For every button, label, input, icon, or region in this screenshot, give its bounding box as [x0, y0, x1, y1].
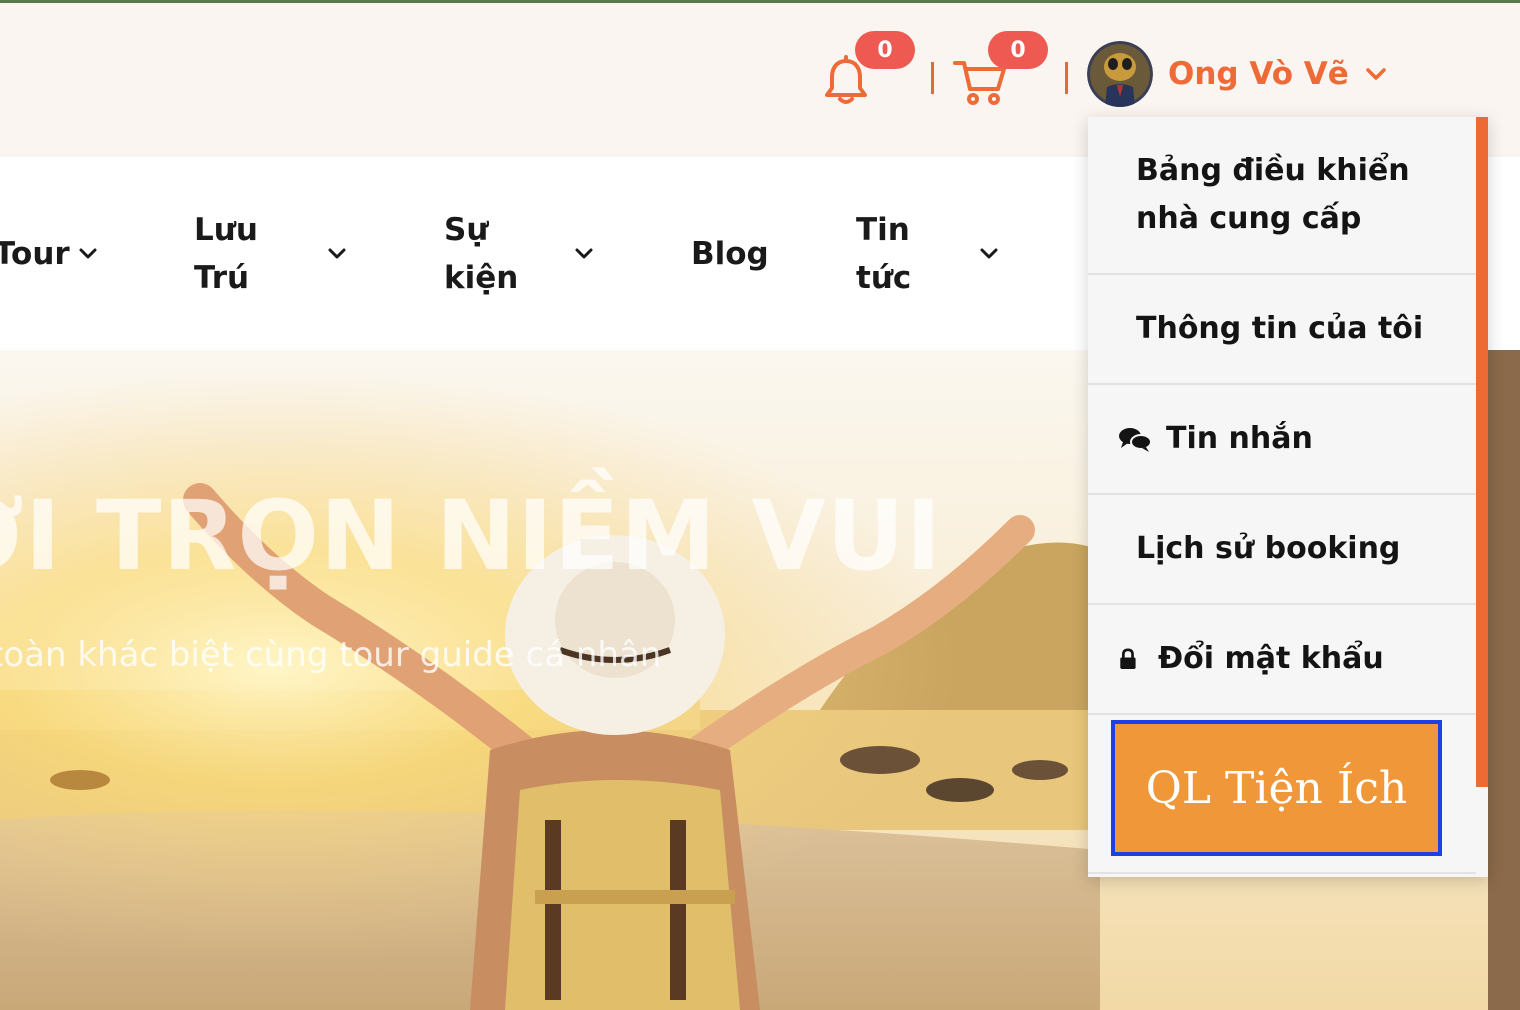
nav-item-label: Tour [0, 236, 70, 272]
menu-item-messages[interactable]: Tin nhắn [1088, 385, 1476, 495]
menu-item-label: Bảng điều khiển [1136, 153, 1410, 188]
comments-icon [1119, 428, 1152, 452]
chevron-down-icon[interactable] [327, 247, 347, 260]
hero-title: ỜI TRỌN NIỀM VUI [0, 480, 943, 592]
nav-item-su-kien[interactable]: Sự kiện [444, 206, 524, 302]
utility-management-label: QL Tiện Ích [1145, 762, 1408, 814]
nav-item-label: Tin tức [856, 212, 912, 296]
dropdown-scrollbar[interactable] [1476, 117, 1488, 787]
menu-item-label: nhà cung cấp [1136, 201, 1362, 236]
menu-item-label: Thông tin của tôi [1136, 311, 1424, 346]
nav-item-tour[interactable]: Tour [0, 230, 70, 278]
user-menu-toggle[interactable]: Ong Vò Vẽ [1087, 41, 1387, 107]
menu-item-booking-history[interactable]: Lịch sử booking [1088, 495, 1476, 605]
utility-management-button[interactable]: QL Tiện Ích [1111, 720, 1442, 856]
nav-item-label: Sự kiện [444, 212, 519, 296]
chevron-down-icon[interactable] [574, 247, 594, 260]
nav-item-label: Lưu Trú [194, 212, 258, 296]
menu-item-label: Lịch sử booking [1136, 531, 1401, 566]
chevron-down-icon[interactable] [78, 247, 98, 260]
menu-item-label: Đổi mật khẩu [1158, 641, 1384, 676]
lock-icon [1120, 648, 1136, 669]
dropdown-divider [1088, 872, 1476, 874]
cart-count-badge: 0 [988, 31, 1048, 69]
user-name: Ong Vò Vẽ [1168, 56, 1349, 92]
menu-item-my-info[interactable]: Thông tin của tôi [1088, 275, 1476, 385]
nav-item-label: Blog [691, 236, 769, 272]
nav-item-blog[interactable]: Blog [691, 230, 769, 278]
menu-item-provider-dashboard[interactable]: Bảng điều khiển nhà cung cấp [1088, 117, 1476, 275]
chevron-down-icon [1366, 68, 1386, 80]
header-divider [931, 62, 934, 94]
header-divider [1065, 62, 1068, 94]
nav-item-tin-tuc[interactable]: Tin tức [856, 206, 926, 302]
chevron-down-icon[interactable] [979, 247, 999, 260]
nav-item-luu-tru[interactable]: Lưu Trú [194, 206, 274, 302]
user-dropdown-menu: Bảng điều khiển nhà cung cấp Thông tin c… [1088, 117, 1488, 877]
menu-item-label: Tin nhắn [1166, 421, 1313, 456]
menu-item-change-password[interactable]: Đổi mật khẩu [1088, 605, 1476, 715]
hero-subtitle: toàn khác biệt cùng tour guide cá nhân [0, 635, 662, 675]
avatar [1087, 41, 1153, 107]
notification-count-badge: 0 [855, 31, 915, 69]
